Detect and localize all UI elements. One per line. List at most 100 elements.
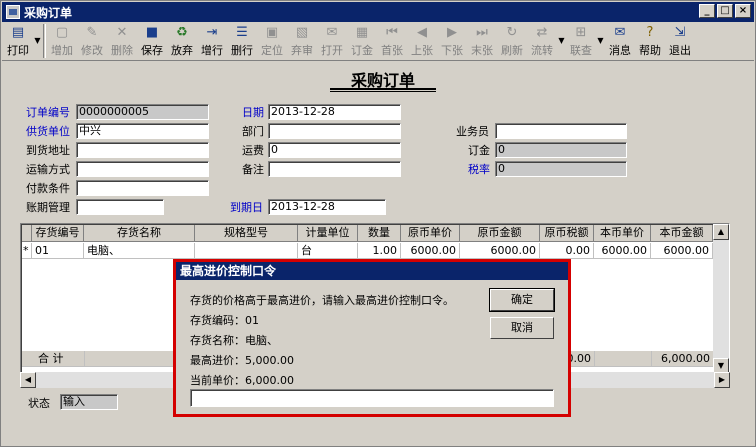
unaudit-icon: ▧ (295, 25, 309, 40)
col-header-name[interactable]: 存货名称 (84, 225, 195, 242)
address-field[interactable] (76, 142, 209, 158)
order-no-field[interactable]: 0000000005 (76, 104, 209, 120)
due-date-label: 到期日 (230, 201, 263, 214)
cell-local-amount[interactable]: 6000.00 (651, 243, 713, 259)
add-row-icon: ⇥ (206, 25, 218, 40)
date-field[interactable]: 2013-12-28 (268, 104, 401, 120)
save-button[interactable]: ■ 保存 (137, 23, 167, 59)
salesman-label: 业务员 (456, 125, 489, 138)
tax-field[interactable]: 0 (495, 161, 627, 177)
print-dropdown-arrow[interactable]: ▼ (33, 23, 42, 57)
delete-button[interactable]: ✕ 删除 (107, 23, 137, 59)
scroll-left-icon[interactable]: ◀ (20, 372, 36, 388)
title-bar: 采购订单 _ □ × (2, 2, 754, 22)
col-header-code[interactable]: 存货编号 (32, 225, 84, 242)
col-header-qty[interactable]: 数量 (358, 225, 401, 242)
flow-button[interactable]: ⇄ 流转 (527, 23, 557, 59)
grid-vertical-scrollbar[interactable]: ▲ ▼ (713, 224, 729, 372)
title-underline-2 (330, 91, 436, 92)
first-icon: ⏮ (386, 25, 398, 40)
add-button[interactable]: ▢ 增加 (47, 23, 77, 59)
app-icon (6, 5, 20, 19)
row-marker: * (22, 243, 32, 259)
abandon-icon: ♻ (176, 25, 188, 40)
scroll-down-icon[interactable]: ▼ (713, 358, 729, 372)
deposit-button[interactable]: ▦ 订金 (347, 23, 377, 59)
table-row[interactable]: * 01 电脑、 台 1.00 6000.00 6000.00 0.00 600… (22, 243, 713, 259)
abandon-button[interactable]: ♻ 放弃 (167, 23, 197, 59)
ok-button[interactable]: 确定 (489, 288, 555, 312)
cancel-button[interactable]: 取消 (490, 317, 554, 339)
total-amount: 6,000.00 (652, 351, 714, 367)
account-field[interactable] (76, 199, 164, 215)
help-button[interactable]: ? 帮助 (635, 23, 665, 59)
close-button[interactable]: × (735, 4, 751, 18)
cell-local-price[interactable]: 6000.00 (594, 243, 651, 259)
deposit-field[interactable]: 0 (495, 142, 627, 158)
query-icon: ⊞ (575, 25, 587, 40)
toolbar: ▤ 打印 ▼ ▢ 增加 ✎ 修改 ✕ 删除 ■ 保存 ♻ 放弃 ⇥ 增行 ☰ 删行 ▣ 定位 ▧ 弃… (2, 23, 754, 61)
refresh-button[interactable]: ↻ 刷新 (497, 23, 527, 59)
cell-code[interactable]: 01 (32, 243, 84, 259)
add-icon: ▢ (55, 25, 69, 40)
message-button[interactable]: ✉ 消息 (605, 23, 635, 59)
dialog-name-line: 存货名称：电脑、 (190, 334, 278, 347)
dept-field[interactable] (268, 123, 401, 139)
due-date-field[interactable]: 2013-12-28 (268, 199, 386, 215)
cell-amount[interactable]: 6000.00 (460, 243, 540, 259)
cell-price[interactable]: 6000.00 (401, 243, 460, 259)
exit-button[interactable]: ⇲ 退出 (665, 23, 695, 59)
col-header-price[interactable]: 原币单价 (401, 225, 460, 242)
transport-field[interactable] (76, 161, 209, 177)
add-row-button[interactable]: ⇥ 增行 (197, 23, 227, 59)
unaudit-button[interactable]: ▧ 弃审 (287, 23, 317, 59)
delete-icon: ✕ (116, 25, 128, 40)
edit-button[interactable]: ✎ 修改 (77, 23, 107, 59)
cell-name[interactable]: 电脑、 (84, 243, 195, 259)
order-no-label: 订单编号 (26, 106, 70, 119)
toolbar-separator (43, 24, 46, 58)
delete-row-icon: ☰ (236, 25, 248, 40)
first-button[interactable]: ⏮ 首张 (377, 23, 407, 59)
cell-unit[interactable]: 台 (298, 243, 358, 259)
cell-qty[interactable]: 1.00 (358, 243, 401, 259)
open-button[interactable]: ✉ 打开 (317, 23, 347, 59)
dialog-code-line: 存货编码：01 (190, 314, 259, 327)
delete-row-button[interactable]: ☰ 删行 (227, 23, 257, 59)
flow-dropdown-arrow[interactable]: ▼ (557, 23, 566, 57)
freight-field[interactable]: 0 (268, 142, 401, 158)
col-header-unit[interactable]: 计量单位 (298, 225, 358, 242)
col-header-tax[interactable]: 原币税额 (540, 225, 594, 242)
cell-tax[interactable]: 0.00 (540, 243, 594, 259)
locate-icon: ▣ (265, 25, 279, 40)
next-button[interactable]: ▶ 下张 (437, 23, 467, 59)
scroll-up-icon[interactable]: ▲ (713, 224, 729, 240)
note-field[interactable] (268, 161, 401, 177)
col-header-local-price[interactable]: 本币单价 (594, 225, 651, 242)
prev-button[interactable]: ◀ 上张 (407, 23, 437, 59)
account-label: 账期管理 (26, 201, 70, 214)
last-button[interactable]: ⏭ 末张 (467, 23, 497, 59)
maximize-button[interactable]: □ (717, 4, 733, 18)
dialog-max-price-line: 最高进价：5,000.00 (190, 354, 294, 367)
scroll-right-icon[interactable]: ▶ (714, 372, 730, 388)
locate-button[interactable]: ▣ 定位 (257, 23, 287, 59)
supplier-field[interactable]: 中兴 (76, 123, 209, 139)
next-icon: ▶ (447, 25, 457, 40)
dialog-title: 最高进价控制口令 (176, 262, 568, 280)
minimize-button[interactable]: _ (699, 4, 715, 18)
cell-spec[interactable] (195, 243, 298, 259)
flow-icon: ⇄ (536, 25, 548, 40)
print-button[interactable]: ▤ 打印 (3, 23, 33, 59)
col-header-local-amount[interactable]: 本币金额 (651, 225, 713, 242)
query-button[interactable]: ⊞ 联查 (566, 23, 596, 59)
payment-field[interactable] (76, 180, 209, 196)
note-label: 备注 (242, 163, 264, 176)
col-header-amount[interactable]: 原币金额 (460, 225, 540, 242)
status-label: 状态 (28, 397, 50, 410)
password-input[interactable] (190, 389, 554, 407)
query-dropdown-arrow[interactable]: ▼ (596, 23, 605, 57)
exit-icon: ⇲ (674, 25, 686, 40)
salesman-field[interactable] (495, 123, 627, 139)
col-header-spec[interactable]: 规格型号 (195, 225, 298, 242)
